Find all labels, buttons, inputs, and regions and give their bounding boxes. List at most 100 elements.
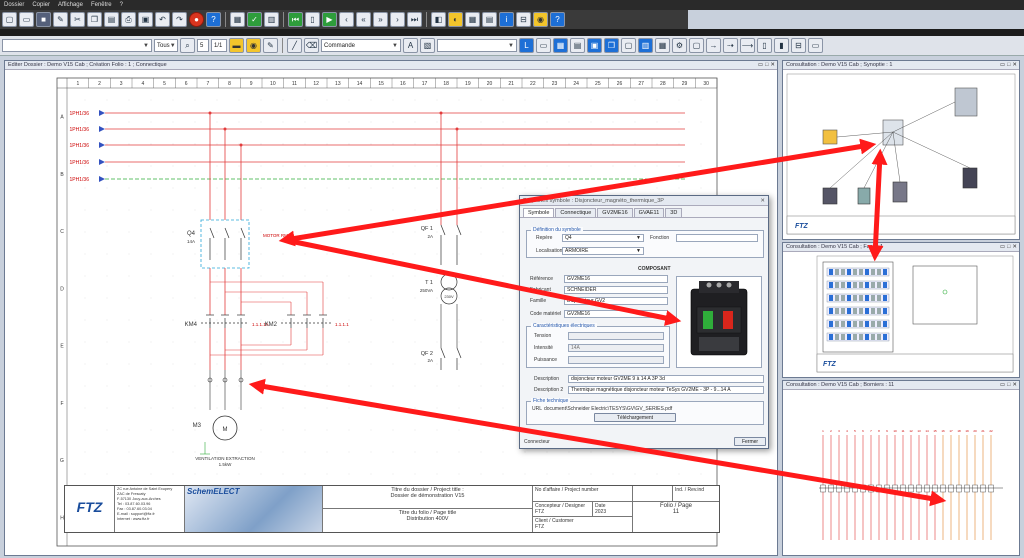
puissance-field[interactable] — [568, 356, 664, 364]
maximize-icon[interactable]: □ — [1007, 382, 1010, 388]
menu-item-dossier[interactable]: Dossier — [4, 2, 24, 8]
close-button[interactable]: Fermer — [734, 437, 766, 446]
pdf-icon[interactable]: ▣ — [138, 12, 153, 27]
famille-field[interactable]: Disj. moteur GV2 — [564, 297, 668, 305]
tab-gvae11[interactable]: GVAE11 — [633, 208, 665, 217]
redo-icon[interactable]: ↷ — [172, 12, 187, 27]
bulb-icon[interactable]: ◉ — [246, 38, 261, 53]
zoom-icon[interactable]: ⌕ — [180, 38, 195, 53]
panel-icon[interactable]: ▯ — [757, 38, 772, 53]
close-icon[interactable]: ✕ — [770, 62, 775, 68]
terminal-icon[interactable]: ⊟ — [516, 12, 531, 27]
minimize-icon[interactable]: ▭ — [758, 62, 763, 68]
info-icon[interactable]: i — [499, 12, 514, 27]
close-icon[interactable]: ✕ — [1012, 244, 1017, 250]
minimize-icon[interactable]: ▭ — [1000, 382, 1005, 388]
rail-icon[interactable]: ⊟ — [791, 38, 806, 53]
tension-field[interactable] — [568, 332, 664, 340]
menu-item-copier[interactable]: Copier — [32, 2, 50, 8]
cons2-canvas[interactable]: FTZ — [783, 252, 1019, 377]
component-icon[interactable]: ◧ — [431, 12, 446, 27]
ruler-icon[interactable]: ▬ — [229, 38, 244, 53]
check-icon[interactable]: ✓ — [247, 12, 262, 27]
intensite-field[interactable]: 14A — [568, 344, 664, 352]
print-icon[interactable]: ⎙ — [121, 12, 136, 27]
localisation-field[interactable]: ARMOIRE ▼ — [562, 247, 644, 255]
next-icon[interactable]: › — [390, 12, 405, 27]
code-field[interactable]: GV2ME16 — [564, 310, 668, 318]
first-page-icon[interactable]: ⏮ — [288, 12, 303, 27]
maximize-icon[interactable]: □ — [1007, 244, 1010, 250]
symbol-combo[interactable]: ▼ — [2, 39, 152, 52]
dialog-close-icon[interactable]: ✕ — [760, 198, 765, 204]
reference-field[interactable]: GV2ME16 — [564, 275, 668, 283]
layer-icon[interactable]: ▧ — [420, 38, 435, 53]
help-icon[interactable]: ? — [206, 12, 221, 27]
stop-icon[interactable]: ● — [189, 12, 204, 27]
window-icon[interactable]: ▥ — [638, 38, 653, 53]
pen-icon[interactable]: ✎ — [263, 38, 278, 53]
description-field[interactable]: disjoncteur moteur GV2ME 9 à 14 A 3P 3d — [568, 375, 764, 383]
undo-icon[interactable]: ↶ — [155, 12, 170, 27]
left-icon[interactable]: « — [356, 12, 371, 27]
box-icon[interactable]: ▢ — [689, 38, 704, 53]
right-icon[interactable]: » — [373, 12, 388, 27]
arrow-right-icon[interactable]: → — [706, 38, 721, 53]
sub-icon[interactable]: ▭ — [808, 38, 823, 53]
cons1-canvas[interactable]: FTZ — [783, 70, 1019, 239]
last-icon[interactable]: ⏭ — [407, 12, 422, 27]
maximize-icon[interactable]: □ — [765, 62, 768, 68]
folder-icon[interactable]: ▭ — [536, 38, 551, 53]
minimize-icon[interactable]: ▭ — [1000, 62, 1005, 68]
erase-icon[interactable]: ⌫ — [304, 38, 319, 53]
panel2-icon[interactable]: ▮ — [774, 38, 789, 53]
line-icon[interactable]: ╱ — [287, 38, 302, 53]
cons3-canvas[interactable]: 1 2 3 4 5 6 7 8 9 10 11 12 13 14 15 16 17 18 19 20 21 22 — [783, 390, 1019, 555]
cabinet-icon[interactable]: ▦ — [553, 38, 568, 53]
arrow-right3-icon[interactable]: ⟶ — [740, 38, 755, 53]
open-icon[interactable]: ▭ — [19, 12, 34, 27]
page-icon[interactable]: ▯ — [305, 12, 320, 27]
menu-item-fenetre[interactable]: Fenêtre — [91, 2, 112, 8]
arrow-right2-icon[interactable]: ⇢ — [723, 38, 738, 53]
edit-icon[interactable]: ✎ — [53, 12, 68, 27]
repere-field[interactable]: Q4 ▼ — [562, 234, 644, 242]
prev-icon[interactable]: ‹ — [339, 12, 354, 27]
grid-icon[interactable]: ▦ — [465, 12, 480, 27]
copy2-icon[interactable]: ❐ — [604, 38, 619, 53]
tab-connectique[interactable]: Connectique — [555, 208, 597, 217]
l-tool-icon[interactable]: L — [519, 38, 534, 53]
table-icon[interactable]: ▤ — [482, 12, 497, 27]
maximize-icon[interactable]: □ — [1007, 62, 1010, 68]
minimize-icon[interactable]: ▭ — [1000, 244, 1005, 250]
new-icon[interactable]: ▢ — [2, 12, 17, 27]
next-page-icon[interactable]: ▶ — [322, 12, 337, 27]
layer-combo[interactable]: ▼ — [437, 39, 517, 52]
lightbulb-icon[interactable]: ◉ — [533, 12, 548, 27]
paste-icon[interactable]: ▤ — [104, 12, 119, 27]
grid2-icon[interactable]: ▤ — [570, 38, 585, 53]
chart-icon[interactable]: ▥ — [264, 12, 279, 27]
copy-icon[interactable]: ❐ — [87, 12, 102, 27]
command-combo[interactable]: Commande ▼ — [321, 39, 401, 52]
filter-combo[interactable]: Tous ▼ — [154, 39, 178, 52]
fonction-field[interactable] — [676, 234, 758, 242]
image-icon[interactable]: ▦ — [230, 12, 245, 27]
page-input[interactable]: 5 — [197, 39, 209, 52]
question-icon[interactable]: ? — [550, 12, 565, 27]
menu-item-help[interactable]: ? — [120, 2, 123, 8]
tab-gv2me16[interactable]: GV2ME16 — [597, 208, 633, 217]
tab-3d[interactable]: 3D — [665, 208, 683, 217]
menu-item-affichage[interactable]: Affichage — [58, 2, 83, 8]
tab-symbole[interactable]: Symbole — [523, 208, 555, 217]
fabricant-field[interactable]: SCHNEIDER — [564, 286, 668, 294]
download-button[interactable]: Téléchargement — [594, 413, 676, 422]
close-icon[interactable]: ✕ — [1012, 382, 1017, 388]
settings-icon[interactable]: ⚙ — [672, 38, 687, 53]
doc-icon[interactable]: ▣ — [587, 38, 602, 53]
palette-icon[interactable]: ◐ — [448, 12, 463, 27]
sheet-icon[interactable]: ▢ — [621, 38, 636, 53]
close-icon[interactable]: ✕ — [1012, 62, 1017, 68]
letter-a-icon[interactable]: A — [403, 38, 418, 53]
cut-icon[interactable]: ✂ — [70, 12, 85, 27]
